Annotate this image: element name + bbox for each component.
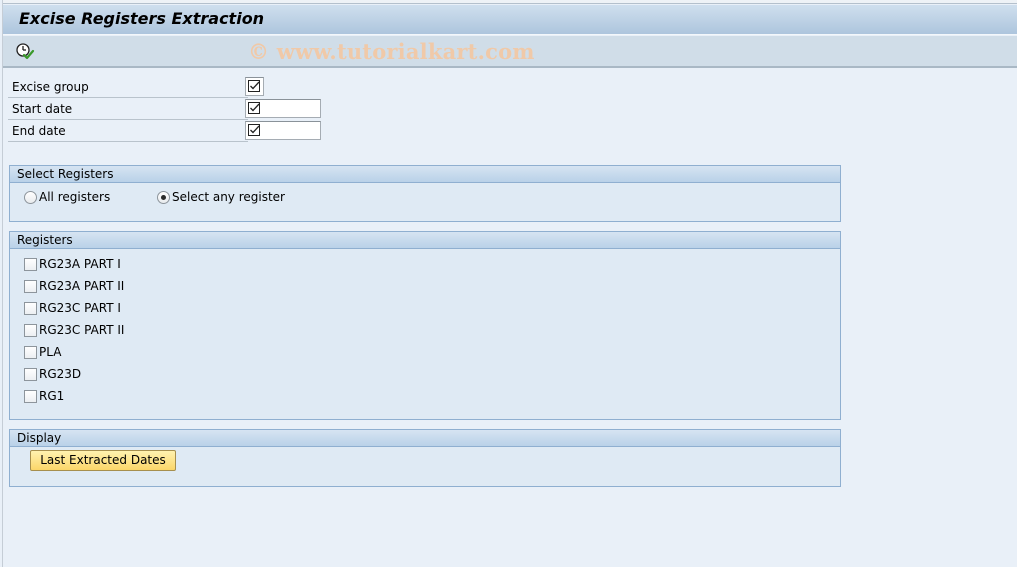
end-date-input[interactable]: [245, 121, 321, 140]
select-registers-title: Select Registers: [10, 166, 840, 183]
checkbox[interactable]: [24, 301, 37, 315]
execute-icon[interactable]: [15, 42, 35, 62]
radio-select-any-register[interactable]: Select any register: [157, 190, 285, 204]
checkbox-label: RG1: [39, 389, 65, 403]
checkbox[interactable]: [24, 389, 37, 403]
display-group: Display Last Extracted Dates: [9, 429, 841, 487]
checkbox-label: RG23A PART I: [39, 257, 121, 271]
app-window: Excise Registers Extraction © www.tutori…: [2, 0, 1017, 567]
checkbox[interactable]: [24, 367, 37, 381]
checkbox[interactable]: [24, 279, 37, 293]
register-checkbox-rg23c-part-i[interactable]: RG23C PART I: [24, 301, 121, 315]
register-checkbox-pla[interactable]: PLA: [24, 345, 61, 359]
title-bar: Excise Registers Extraction: [3, 5, 1017, 35]
excise-group-label: Excise group: [12, 80, 89, 94]
select-registers-group: Select Registers All registers Select an…: [9, 165, 841, 222]
start-date-input[interactable]: [245, 99, 321, 118]
checkbox-label: RG23D: [39, 367, 82, 381]
required-checkbox-icon: [248, 80, 260, 92]
required-checkbox-icon: [248, 124, 260, 136]
checkbox-label: RG23A PART II: [39, 279, 125, 293]
register-checkbox-rg23c-part-ii[interactable]: RG23C PART II: [24, 323, 124, 337]
required-checkbox-icon: [248, 102, 260, 114]
checkbox[interactable]: [24, 257, 37, 271]
checkbox[interactable]: [24, 345, 37, 359]
start-date-label: Start date: [12, 102, 73, 116]
radio-label: All registers: [39, 190, 111, 204]
field-row-end-date: End date: [8, 120, 248, 142]
watermark-text: © www.tutorialkart.com: [248, 39, 535, 64]
radio-all-registers[interactable]: All registers: [24, 190, 110, 204]
registers-title: Registers: [10, 232, 840, 249]
excise-group-input[interactable]: [245, 77, 264, 96]
field-row-start-date: Start date: [8, 98, 248, 120]
checkbox-label: RG23C PART II: [39, 323, 125, 337]
register-checkbox-rg1[interactable]: RG1: [24, 389, 64, 403]
window-top-strip: [3, 0, 1017, 4]
checkbox-label: PLA: [39, 345, 62, 359]
page-title: Excise Registers Extraction: [19, 9, 265, 28]
last-extracted-dates-button[interactable]: Last Extracted Dates: [30, 450, 176, 471]
field-row-excise-group: Excise group: [8, 76, 248, 98]
radio-circle[interactable]: [24, 190, 37, 204]
end-date-label: End date: [12, 124, 66, 138]
checkbox-label: RG23C PART I: [39, 301, 121, 315]
radio-circle-selected[interactable]: [157, 190, 170, 204]
radio-label: Select any register: [172, 190, 285, 204]
register-checkbox-rg23d[interactable]: RG23D: [24, 367, 81, 381]
registers-group: Registers RG23A PART I RG23A PART II RG2…: [9, 231, 841, 420]
display-title: Display: [10, 430, 840, 447]
application-toolbar: © www.tutorialkart.com: [3, 36, 1017, 68]
register-checkbox-rg23a-part-i[interactable]: RG23A PART I: [24, 257, 121, 271]
checkbox[interactable]: [24, 323, 37, 337]
register-checkbox-rg23a-part-ii[interactable]: RG23A PART II: [24, 279, 124, 293]
